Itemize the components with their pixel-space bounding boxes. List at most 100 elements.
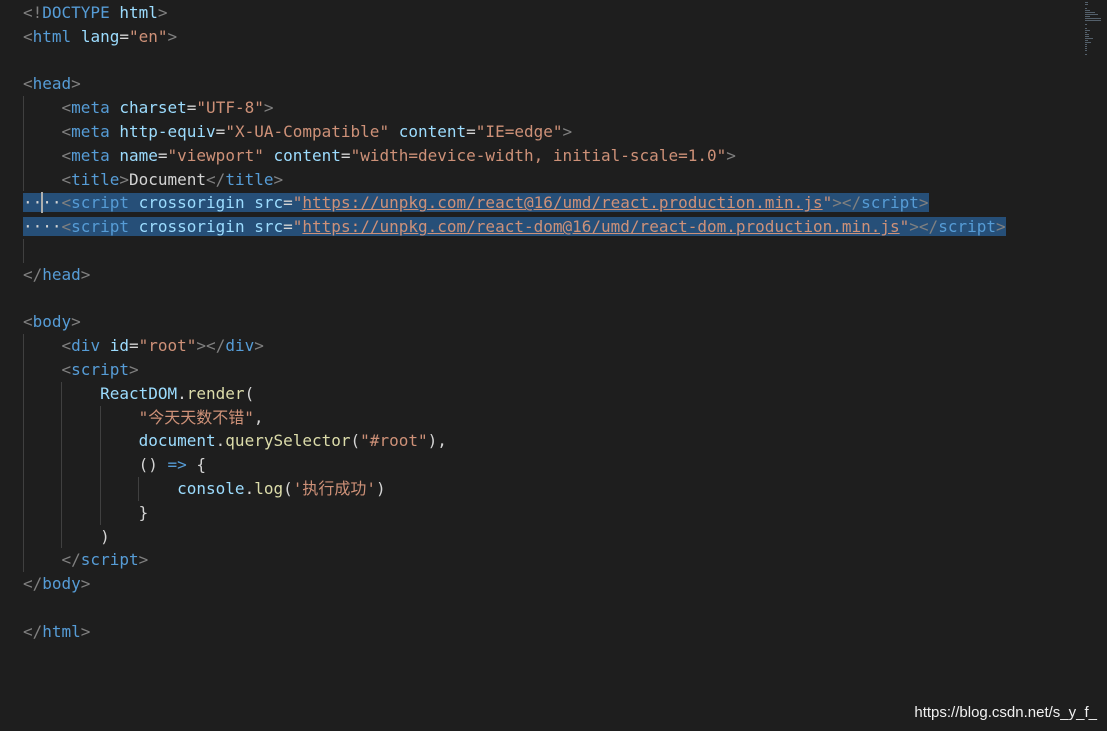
code-token: charset	[119, 98, 187, 118]
selected-text: ····<script crossorigin src="https://unp…	[23, 193, 929, 213]
code-token: title	[71, 169, 120, 189]
code-token: )	[376, 478, 386, 498]
line-text: </head>	[23, 265, 90, 284]
line-text: console.log('执行成功')	[23, 479, 386, 498]
code-token: .	[177, 383, 187, 403]
code-line[interactable]: <div id="root"></div>	[0, 334, 1083, 358]
code-token: (	[283, 478, 293, 498]
code-line[interactable]: "今天天数不错",	[0, 405, 1083, 430]
minimap-line	[1085, 40, 1089, 41]
indent-guide	[61, 524, 63, 549]
code-token: head	[42, 264, 81, 284]
code-token: content	[273, 145, 341, 165]
code-line[interactable]: <meta charset="UTF-8">	[0, 96, 1083, 120]
code-token: content	[398, 121, 467, 141]
minimap-line	[1085, 2, 1088, 3]
code-line[interactable]: ····<script crossorigin src="https://unp…	[0, 215, 1083, 239]
minimap-line	[1085, 32, 1088, 33]
code-token: >	[918, 193, 929, 213]
code-token: meta	[71, 98, 110, 118]
code-line[interactable]: <meta http-equiv="X-UA-Compatible" conte…	[0, 119, 1083, 144]
code-line[interactable]: ReactDOM.render(	[0, 381, 1083, 406]
code-line[interactable]: () => {	[0, 453, 1083, 477]
indent-guide	[23, 429, 24, 454]
code-token: ></	[909, 217, 939, 237]
code-line[interactable]: }	[0, 500, 1083, 525]
minimap[interactable]	[1085, 2, 1101, 58]
code-token: =	[119, 26, 129, 46]
indent-guide	[23, 119, 24, 144]
code-token: html	[32, 26, 72, 46]
minimap-line	[1085, 34, 1090, 35]
code-line[interactable]: </head>	[0, 263, 1083, 287]
code-line[interactable]: <!DOCTYPE html>	[0, 1, 1083, 25]
code-editor[interactable]: <!DOCTYPE html> <html lang="en"> <head> <m…	[0, 0, 1107, 731]
indent-guide	[23, 381, 24, 406]
code-line[interactable]	[0, 49, 1083, 73]
line-text: "今天天数不错",	[23, 408, 264, 427]
code-token: =	[283, 217, 293, 237]
indent-guide	[138, 476, 140, 501]
code-token: </	[23, 574, 43, 594]
code-line[interactable]	[0, 287, 1083, 311]
code-line[interactable]: )	[0, 524, 1083, 549]
code-line[interactable]: <script>	[0, 357, 1083, 382]
code-line[interactable]: <head>	[0, 72, 1083, 96]
code-line[interactable]	[0, 596, 1083, 620]
line-text: <meta name="viewport" content="width=dev…	[23, 146, 736, 165]
code-line[interactable]: </html>	[0, 620, 1083, 644]
code-token: "en"	[128, 26, 168, 46]
code-token: src	[254, 217, 284, 237]
indent-guide	[23, 96, 24, 120]
code-token: meta	[71, 121, 110, 141]
selected-text: ····<script crossorigin src="https://unp…	[23, 217, 1006, 237]
indent-guide	[61, 405, 63, 430]
code-token: script	[938, 217, 996, 237]
code-token: =	[283, 193, 293, 213]
code-line[interactable]	[0, 238, 1083, 263]
code-line[interactable]: <html lang="en">	[0, 25, 1083, 49]
code-token: </	[61, 550, 81, 570]
code-token: .	[244, 478, 255, 498]
code-line[interactable]: <title>Document</title>	[0, 167, 1083, 192]
code-token: html	[109, 3, 158, 22]
indent-guide	[23, 548, 24, 573]
indent-guide	[23, 357, 24, 382]
indent-guide	[23, 238, 24, 263]
code-line[interactable]: <meta name="viewport" content="width=dev…	[0, 143, 1083, 168]
indent-guide	[99, 476, 101, 501]
line-text: <div id="root"></div>	[23, 336, 264, 355]
code-token: Document	[128, 169, 207, 189]
minimap-line	[1085, 44, 1088, 45]
code-line[interactable]: console.log('执行成功')	[0, 476, 1083, 501]
code-token: >	[80, 574, 91, 594]
code-line[interactable]: ····<script crossorigin src="https://unp…	[0, 191, 1083, 215]
code-token: =	[340, 145, 351, 165]
code-token: =	[157, 145, 168, 165]
code-area[interactable]: <!DOCTYPE html> <html lang="en"> <head> <m…	[0, 1, 1083, 644]
code-token: title	[225, 169, 274, 189]
code-line[interactable]: </script>	[0, 548, 1083, 573]
code-token: ),	[427, 431, 447, 451]
minimap-line	[1085, 20, 1101, 21]
code-token: "今天天数不错"	[138, 407, 254, 427]
line-text: () => {	[23, 455, 206, 474]
code-token: head	[32, 74, 72, 94]
minimap-line	[1085, 16, 1090, 17]
code-token: script	[861, 193, 919, 213]
code-token: body	[32, 312, 72, 332]
code-token: "#root"	[360, 431, 428, 451]
line-text: </html>	[23, 622, 90, 641]
code-line[interactable]: </body>	[0, 572, 1083, 596]
code-token: </	[206, 169, 226, 189]
code-line[interactable]: document.querySelector("#root"),	[0, 429, 1083, 454]
code-token: >	[157, 3, 168, 22]
code-line[interactable]: <body>	[0, 310, 1083, 334]
code-token: id	[109, 336, 129, 356]
